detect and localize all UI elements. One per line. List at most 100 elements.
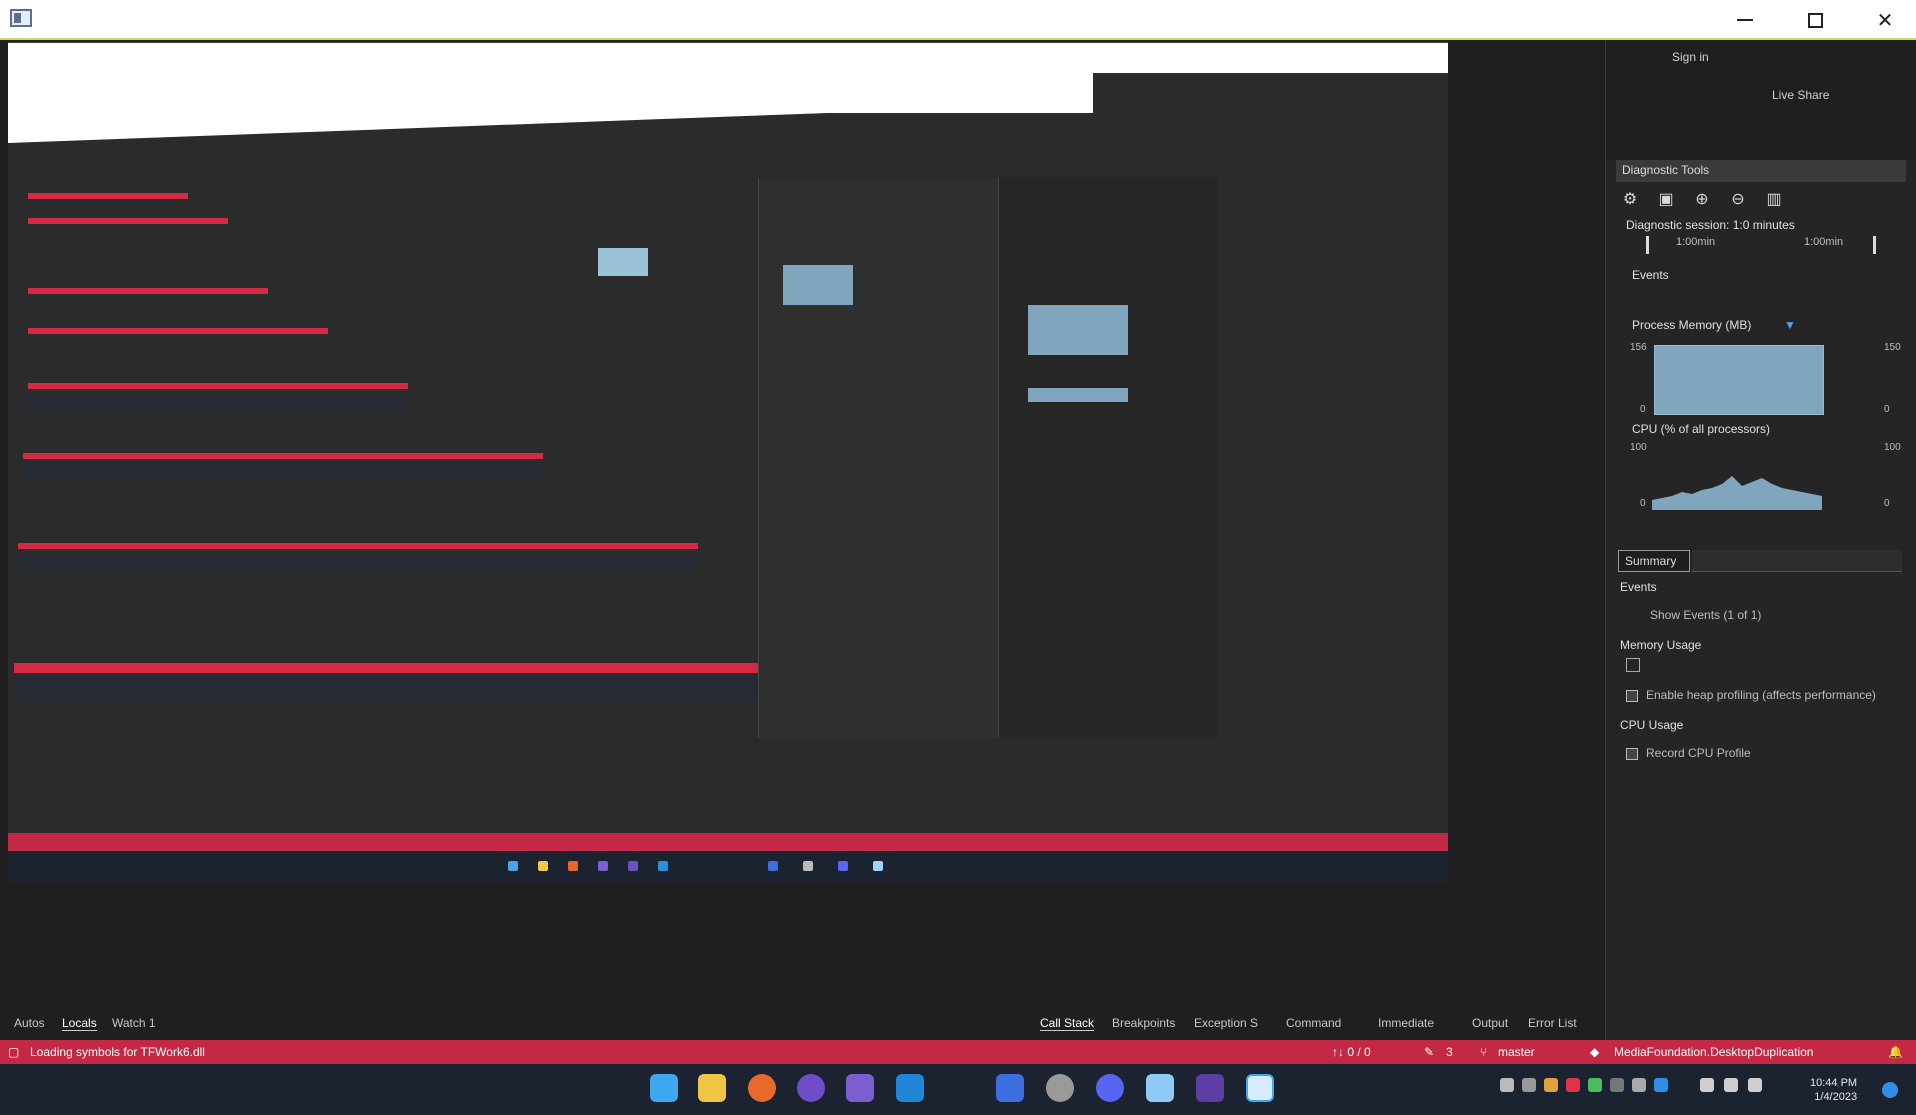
memory-usage-section: Memory Usage	[1620, 638, 1702, 652]
battery-icon[interactable]	[1748, 1078, 1762, 1092]
clock-date: 1/4/2023	[1814, 1091, 1858, 1103]
heap-profiling-label: Enable heap profiling (affects performan…	[1646, 688, 1876, 702]
start-icon[interactable]	[650, 1074, 678, 1102]
visual-studio-icon[interactable]	[846, 1074, 874, 1102]
status-bar: ▢ Loading symbols for TFWork6.dll ↑↓ 0 /…	[0, 1040, 1916, 1064]
volume-icon[interactable]	[1724, 1078, 1738, 1092]
record-icon	[1626, 747, 1638, 760]
mirror-dot	[508, 861, 518, 871]
tray-icon[interactable]	[1610, 1078, 1624, 1092]
mem-min-left: 0	[1640, 404, 1646, 415]
mirror-taskbar-big	[8, 851, 1448, 882]
tab-locals[interactable]: Locals	[62, 1016, 97, 1031]
app-icon-window[interactable]	[1246, 1074, 1274, 1102]
tab-autos[interactable]: Autos	[14, 1016, 45, 1030]
pencil-icon: ✎	[1424, 1045, 1435, 1059]
cpu-max-right: 100	[1884, 442, 1901, 453]
mirror-panel-left	[758, 178, 998, 738]
mirror-panel-right	[998, 178, 1218, 738]
mirror-dot	[538, 861, 548, 871]
app-icon-light[interactable]	[1146, 1074, 1174, 1102]
process-memory-header[interactable]: Process Memory (MB)	[1632, 318, 1751, 332]
mirror-dot	[658, 861, 668, 871]
notification-icon[interactable]	[1882, 1082, 1898, 1098]
mirror-white-wedge	[8, 73, 1093, 113]
mirror-redbar-6	[23, 453, 543, 459]
mirror-redbar-3	[28, 288, 268, 294]
changes-count[interactable]: 3	[1446, 1045, 1453, 1059]
tab-watch[interactable]: Watch 1	[112, 1016, 156, 1030]
mirror-dot	[628, 861, 638, 871]
tray-icon[interactable]	[1632, 1078, 1646, 1092]
save-icon[interactable]: ▣	[1656, 190, 1676, 210]
clock[interactable]: 10:44 PM 1/4/2023	[1810, 1076, 1857, 1104]
github-icon[interactable]	[797, 1074, 825, 1102]
cpu-max-left: 100	[1630, 442, 1647, 453]
cpu-header[interactable]: CPU (% of all processors)	[1632, 422, 1770, 436]
project-selector[interactable]: MediaFoundation.DesktopDuplication	[1614, 1045, 1813, 1059]
tray-icon[interactable]	[1522, 1078, 1536, 1092]
mem-min-right: 0	[1884, 404, 1890, 415]
tray-icon[interactable]	[1588, 1078, 1602, 1092]
vscode-icon[interactable]	[896, 1074, 924, 1102]
mirror-white-header	[8, 43, 1448, 73]
zoom-out-icon[interactable]: ⊖	[1728, 190, 1748, 210]
mirror-dot	[768, 861, 778, 871]
tab-exception[interactable]: Exception S	[1194, 1016, 1258, 1030]
tray-icon[interactable]	[1500, 1078, 1514, 1092]
events-header[interactable]: Events	[1632, 268, 1669, 282]
tab-output[interactable]: Output	[1472, 1016, 1508, 1030]
app-icon-purple[interactable]	[1196, 1074, 1224, 1102]
network-icon[interactable]	[1700, 1078, 1714, 1092]
mirror-taskbar-3	[18, 553, 698, 571]
mirror-chart-2	[1028, 388, 1128, 402]
filter-icon[interactable]: ▼	[1784, 318, 1796, 332]
tray-icon[interactable]	[1654, 1078, 1668, 1092]
mirror-chart-3	[783, 265, 853, 305]
tray-icon[interactable]	[1566, 1078, 1580, 1092]
firefox-icon[interactable]	[748, 1074, 776, 1102]
cpu-min-right: 0	[1884, 498, 1890, 509]
mirror-dot	[803, 861, 813, 871]
app-icon-gray[interactable]	[1046, 1074, 1074, 1102]
branch-icon: ⑂	[1480, 1045, 1488, 1059]
record-cpu-button[interactable]: Record CPU Profile	[1626, 746, 1751, 760]
snapshot-icon[interactable]	[1626, 658, 1640, 672]
heap-profiling-checkbox[interactable]: Enable heap profiling (affects performan…	[1626, 688, 1876, 702]
timeline-right: 1:00min	[1804, 236, 1844, 248]
discord-icon[interactable]	[1096, 1074, 1124, 1102]
bottom-tool-tabs: Autos Locals Watch 1 Call Stack Breakpoi…	[0, 1008, 1605, 1038]
diagnostic-tools-pane: Sign in Live Share Diagnostic Tools ⚙ ▣ …	[1605, 40, 1916, 1040]
bell-icon[interactable]: 🔔	[1888, 1045, 1903, 1059]
app-icon-blue[interactable]	[996, 1074, 1024, 1102]
minimize-button[interactable]	[1710, 0, 1780, 40]
tab-call-stack[interactable]: Call Stack	[1040, 1016, 1095, 1031]
live-share-button[interactable]: Live Share	[1772, 88, 1829, 102]
mirror-taskbar-2	[23, 463, 543, 481]
settings-icon[interactable]: ⚙	[1620, 190, 1640, 210]
reset-zoom-icon[interactable]: ▥	[1764, 190, 1784, 210]
record-cpu-label: Record CPU Profile	[1646, 746, 1751, 760]
zoom-in-icon[interactable]: ⊕	[1692, 190, 1712, 210]
diagnostic-toolbar: ⚙ ▣ ⊕ ⊖ ▥	[1620, 190, 1784, 210]
show-events-link[interactable]: Show Events (1 of 1)	[1650, 608, 1761, 622]
tab-immediate[interactable]: Immediate	[1378, 1016, 1434, 1030]
errors-indicator[interactable]: ↑↓ 0 / 0	[1332, 1045, 1371, 1059]
mirror-dot	[568, 861, 578, 871]
close-button[interactable]: ✕	[1850, 0, 1916, 40]
mirror-redbar-1	[28, 193, 188, 199]
mirror-dot	[598, 861, 608, 871]
tab-command[interactable]: Command	[1286, 1016, 1341, 1030]
mirror-chart-4	[598, 248, 648, 276]
sign-in-link[interactable]: Sign in	[1672, 50, 1709, 64]
tab-breakpoints[interactable]: Breakpoints	[1112, 1016, 1175, 1030]
branch-selector[interactable]: master	[1498, 1045, 1535, 1059]
tab-error-list[interactable]: Error List	[1528, 1016, 1577, 1030]
minimize-icon	[1737, 19, 1753, 21]
mirror-redbar-7	[18, 543, 698, 549]
maximize-button[interactable]	[1780, 0, 1850, 40]
checkbox-icon	[1626, 689, 1638, 702]
file-explorer-icon[interactable]	[698, 1074, 726, 1102]
tray-icon[interactable]	[1544, 1078, 1558, 1092]
tab-summary[interactable]: Summary	[1618, 550, 1690, 572]
